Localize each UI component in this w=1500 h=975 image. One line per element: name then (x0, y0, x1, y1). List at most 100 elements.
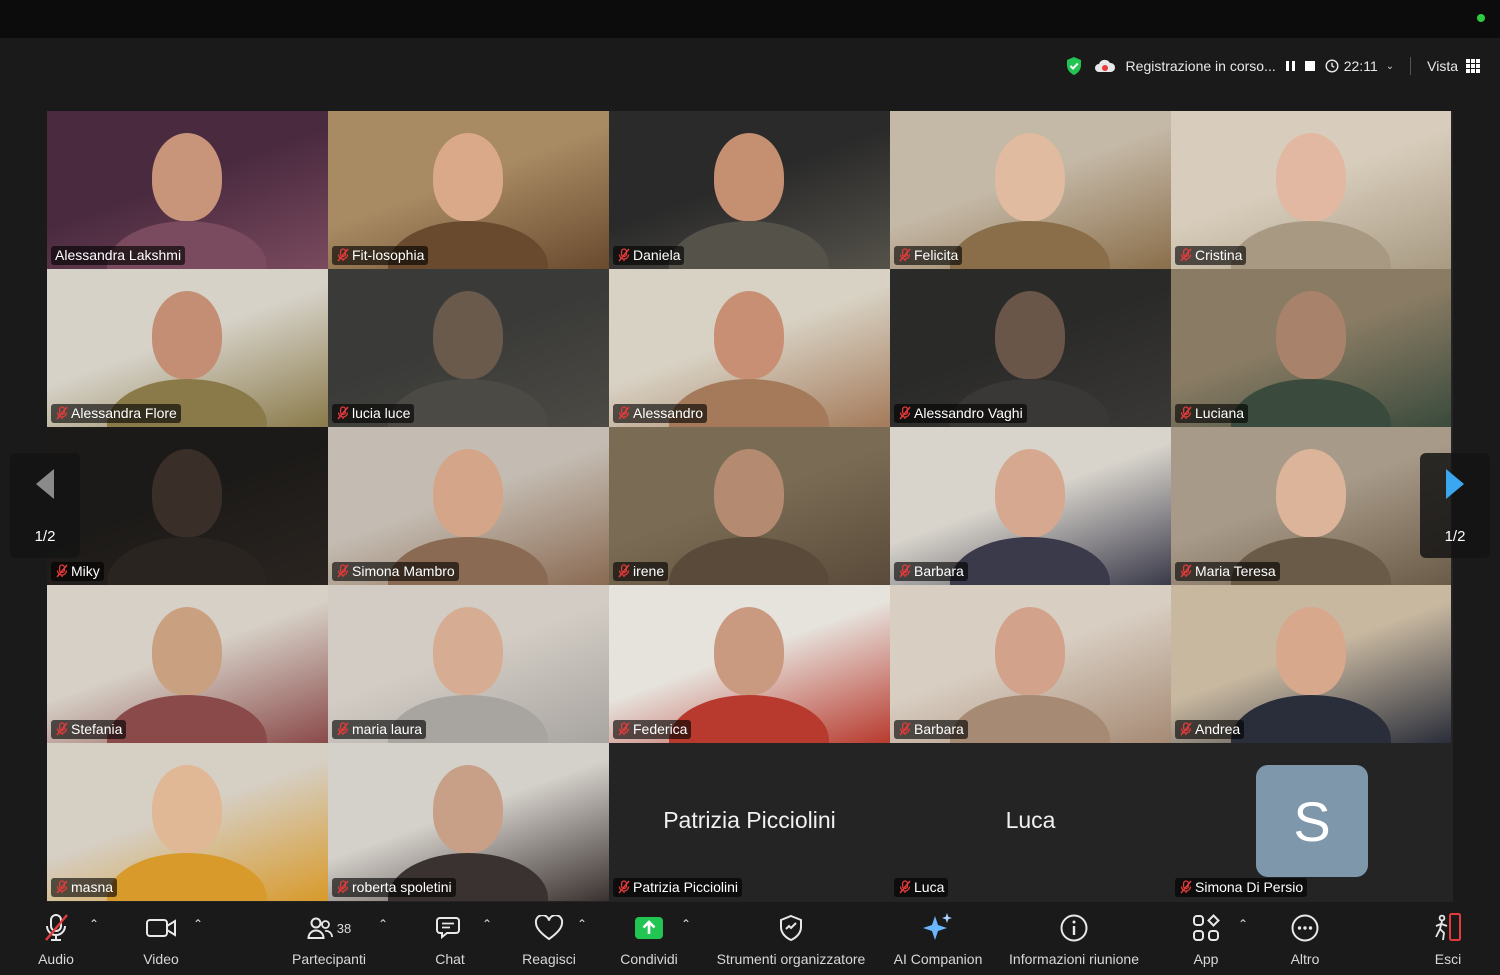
meeting-info-button[interactable]: Informazioni riunione (1000, 909, 1148, 973)
participant-name: Alessandro Vaghi (914, 405, 1023, 421)
page-indicator-left: 1/2 (34, 527, 56, 545)
previous-page-button[interactable]: 1/2 (10, 453, 80, 558)
participant-tile[interactable]: Luca Luca (890, 743, 1171, 901)
chat-button[interactable]: Chat (430, 909, 470, 973)
audio-button[interactable]: Audio (33, 909, 79, 973)
participant-name-tag: Simona Mambro (332, 562, 459, 581)
title-bar (0, 0, 1500, 38)
participant-tile[interactable]: Maria Teresa (1171, 427, 1451, 585)
participant-name-tag: Luca (894, 878, 949, 897)
participant-name: Alessandra Lakshmi (55, 247, 182, 263)
share-screen-button[interactable]: Condividi (616, 909, 682, 973)
ai-companion-button[interactable]: AI Companion (888, 909, 988, 973)
participant-silhouette (714, 291, 784, 379)
participant-tile[interactable]: Stefania (47, 585, 328, 743)
participant-silhouette (714, 449, 784, 537)
participant-tile[interactable]: Miky (47, 427, 328, 585)
view-button[interactable]: Vista (1427, 58, 1480, 74)
info-icon (1060, 914, 1088, 942)
participant-tile[interactable]: Patrizia Picciolini Patrizia Picciolini (609, 743, 890, 901)
microphone-muted-icon (56, 880, 68, 894)
microphone-muted-icon (899, 880, 911, 894)
participant-tile[interactable]: Barbara (890, 427, 1171, 585)
heart-icon (534, 915, 564, 941)
camera-indicator-dot (1477, 14, 1485, 22)
participant-tile[interactable]: Federica (609, 585, 890, 743)
host-tools-button[interactable]: Strumenti organizzatore (709, 909, 873, 973)
participant-name-tag: Alessandro (613, 404, 708, 423)
microphone-muted-icon (45, 914, 68, 941)
participant-tile[interactable]: Alessandra Lakshmi (47, 111, 328, 269)
shield-icon (780, 914, 802, 942)
encryption-shield-icon[interactable] (1064, 56, 1084, 76)
participant-silhouette (433, 449, 503, 537)
participant-name: Luciana (1195, 405, 1245, 421)
participant-name-tag: Federica (613, 720, 692, 739)
pause-recording-icon[interactable] (1285, 61, 1295, 71)
participant-tile[interactable]: Felicita (890, 111, 1171, 269)
microphone-muted-icon (1180, 564, 1192, 578)
divider (1410, 57, 1412, 75)
microphone-muted-icon (337, 722, 349, 736)
zoom-window: Registrazione in corso... 22:11 ⌄ Vista … (0, 0, 1500, 975)
participant-name: Stefania (71, 721, 123, 737)
participant-name-tag: masna (51, 878, 118, 897)
participant-name-tag: Simona Di Persio (1175, 878, 1308, 897)
participant-tile[interactable]: Luciana (1171, 269, 1451, 427)
share-options-caret-icon[interactable]: ⌃ (681, 917, 691, 931)
participant-tile[interactable]: Alessandra Flore (47, 269, 328, 427)
meeting-timer[interactable]: 22:11 ⌄ (1325, 58, 1394, 74)
participant-tile[interactable]: roberta spoletini (328, 743, 609, 901)
view-label: Vista (1427, 58, 1458, 74)
more-label: Altro (1290, 951, 1320, 967)
participants-button[interactable]: 38 Partecipanti (286, 909, 372, 973)
chat-options-caret-icon[interactable]: ⌃ (482, 917, 492, 931)
participant-tile[interactable]: Cristina (1171, 111, 1451, 269)
participant-silhouette (433, 133, 503, 221)
participants-options-caret-icon[interactable]: ⌃ (378, 917, 388, 931)
participant-name: lucia luce (352, 405, 411, 421)
participant-name-tag: Alessandro Vaghi (894, 404, 1027, 423)
video-button[interactable]: Video (138, 909, 184, 973)
participant-tile[interactable]: Alessandro Vaghi (890, 269, 1171, 427)
participant-name-tag: Stefania (51, 720, 127, 739)
participant-tile[interactable]: Daniela (609, 111, 890, 269)
participant-name: Daniela (633, 247, 681, 263)
microphone-muted-icon (618, 248, 630, 262)
participant-name: Alessandra Flore (71, 405, 177, 421)
participant-name: Luca (914, 879, 945, 895)
participant-display-name: Luca (1005, 807, 1056, 833)
arrow-left-icon (36, 468, 54, 499)
video-camera-icon (146, 919, 176, 937)
video-label: Video (143, 951, 179, 967)
participant-tile[interactable]: Fit-losophia (328, 111, 609, 269)
participant-tile[interactable]: lucia luce (328, 269, 609, 427)
next-page-button[interactable]: 1/2 (1420, 453, 1490, 558)
participant-tile[interactable]: Barbara (890, 585, 1171, 743)
apps-options-caret-icon[interactable]: ⌃ (1238, 917, 1248, 931)
participant-name: roberta spoletini (352, 879, 452, 895)
participant-name-tag: Daniela (613, 246, 685, 265)
stop-recording-icon[interactable] (1304, 61, 1315, 71)
participant-tile[interactable]: S Simona Di Persio (1171, 743, 1451, 901)
microphone-muted-icon (56, 564, 68, 578)
participant-tile[interactable]: masna (47, 743, 328, 901)
react-button[interactable]: Reagisci (518, 909, 580, 973)
video-options-caret-icon[interactable]: ⌃ (193, 917, 203, 931)
participant-name-tag: Barbara (894, 562, 968, 581)
leave-meeting-button[interactable]: Esci (1428, 909, 1468, 973)
microphone-muted-icon (899, 564, 911, 578)
participant-tile[interactable]: Simona Mambro (328, 427, 609, 585)
participant-tile[interactable]: irene (609, 427, 890, 585)
participant-name-tag: Alessandra Flore (51, 404, 181, 423)
participant-name-tag: Maria Teresa (1175, 562, 1280, 581)
page-indicator-right: 1/2 (1444, 527, 1466, 545)
react-options-caret-icon[interactable]: ⌃ (577, 917, 587, 931)
participant-tile[interactable]: maria laura (328, 585, 609, 743)
audio-options-caret-icon[interactable]: ⌃ (89, 917, 99, 931)
participant-tile[interactable]: Andrea (1171, 585, 1451, 743)
apps-button[interactable]: App (1186, 909, 1226, 973)
microphone-muted-icon (618, 564, 630, 578)
participant-tile[interactable]: Alessandro (609, 269, 890, 427)
more-button[interactable]: Altro (1285, 909, 1325, 973)
